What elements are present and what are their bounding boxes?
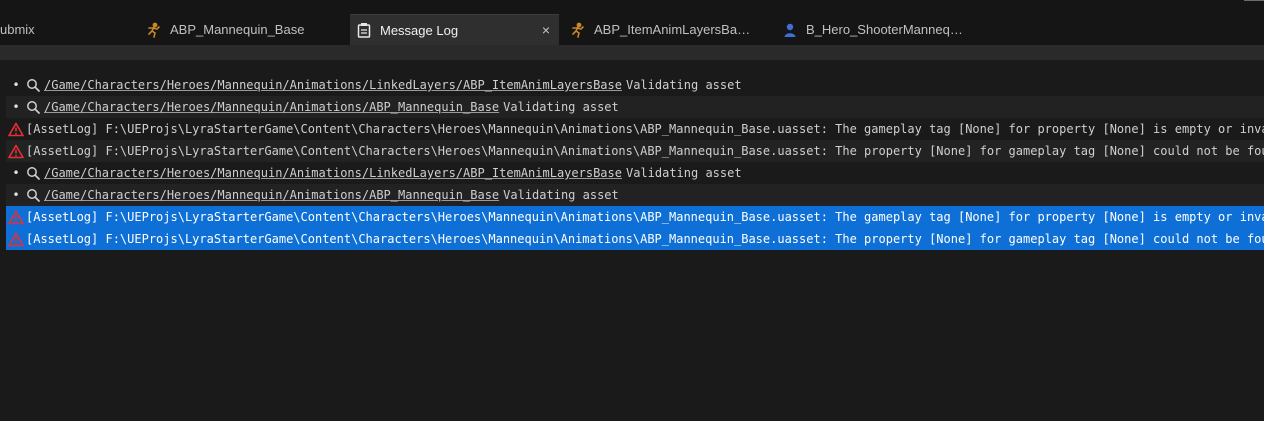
error-icon bbox=[8, 231, 24, 247]
tab-label: B_Hero_ShooterManneq… bbox=[806, 22, 963, 37]
log-row-selected[interactable]: [AssetLog] F:\UEProjs\LyraStarterGame\Co… bbox=[6, 228, 1264, 250]
tab-abp-itemanimlayersbase[interactable]: ABP_ItemAnimLayersBa… bbox=[568, 14, 758, 45]
close-tab-icon[interactable]: × bbox=[539, 22, 553, 38]
asset-link[interactable]: /Game/Characters/Heroes/Mannequin/Animat… bbox=[44, 78, 622, 92]
log-row[interactable]: • /Game/Characters/Heroes/Mannequin/Anim… bbox=[6, 162, 1264, 184]
tab-b-hero-shootermannequin[interactable]: B_Hero_ShooterManneq… bbox=[780, 14, 970, 45]
log-message: [AssetLog] F:\UEProjs\LyraStarterGame\Co… bbox=[26, 144, 1264, 158]
log-message: [AssetLog] F:\UEProjs\LyraStarterGame\Co… bbox=[26, 210, 1264, 224]
error-icon bbox=[8, 121, 24, 137]
log-row[interactable]: • /Game/Characters/Heroes/Mannequin/Anim… bbox=[6, 184, 1264, 206]
asset-link[interactable]: /Game/Characters/Heroes/Mannequin/Animat… bbox=[44, 166, 622, 180]
log-message: [AssetLog] F:\UEProjs\LyraStarterGame\Co… bbox=[26, 232, 1264, 246]
search-icon[interactable] bbox=[26, 187, 44, 203]
log-message: [AssetLog] F:\UEProjs\LyraStarterGame\Co… bbox=[26, 122, 1264, 136]
bullet-icon: • bbox=[12, 166, 20, 180]
bullet-icon: • bbox=[12, 78, 20, 92]
tab-submix[interactable]: ubmix bbox=[0, 14, 130, 45]
message-log-icon bbox=[356, 22, 372, 38]
tab-label: ABP_Mannequin_Base bbox=[170, 22, 305, 37]
tab-bar: ubmix ABP_Mannequin_Base Message Log × A… bbox=[0, 0, 1264, 45]
log-message: Validating asset bbox=[625, 78, 742, 92]
asset-link[interactable]: /Game/Characters/Heroes/Mannequin/Animat… bbox=[44, 100, 499, 114]
search-icon[interactable] bbox=[26, 165, 44, 181]
asset-link[interactable]: /Game/Characters/Heroes/Mannequin/Animat… bbox=[44, 188, 499, 202]
tab-abp-mannequin-base[interactable]: ABP_Mannequin_Base bbox=[144, 14, 344, 45]
bullet-icon: • bbox=[12, 100, 20, 114]
anim-blueprint-icon bbox=[146, 22, 162, 38]
log-row[interactable]: [AssetLog] F:\UEProjs\LyraStarterGame\Co… bbox=[6, 118, 1264, 140]
error-icon bbox=[8, 143, 24, 159]
log-row[interactable]: • /Game/Characters/Heroes/Mannequin/Anim… bbox=[6, 96, 1264, 118]
log-row[interactable]: • /Game/Characters/Heroes/Mannequin/Anim… bbox=[6, 74, 1264, 96]
toolbar-strip bbox=[0, 45, 1264, 60]
tab-message-log[interactable]: Message Log × bbox=[350, 14, 559, 45]
anim-blueprint-icon bbox=[570, 22, 586, 38]
tab-label: ABP_ItemAnimLayersBa… bbox=[594, 22, 751, 37]
tab-label: Message Log bbox=[380, 22, 459, 38]
search-icon[interactable] bbox=[26, 99, 44, 115]
character-blueprint-icon bbox=[782, 22, 798, 38]
log-message: Validating asset bbox=[503, 100, 619, 114]
log-message: Validating asset bbox=[625, 166, 742, 180]
search-icon[interactable] bbox=[26, 77, 44, 93]
error-icon bbox=[8, 209, 24, 225]
bullet-icon: • bbox=[12, 188, 20, 202]
log-row[interactable]: [AssetLog] F:\UEProjs\LyraStarterGame\Co… bbox=[6, 140, 1264, 162]
log-row-selected[interactable]: [AssetLog] F:\UEProjs\LyraStarterGame\Co… bbox=[6, 206, 1264, 228]
window-edge-line bbox=[1244, 0, 1264, 1]
log-message: Validating asset bbox=[503, 188, 619, 202]
tab-label: ubmix bbox=[0, 22, 35, 37]
